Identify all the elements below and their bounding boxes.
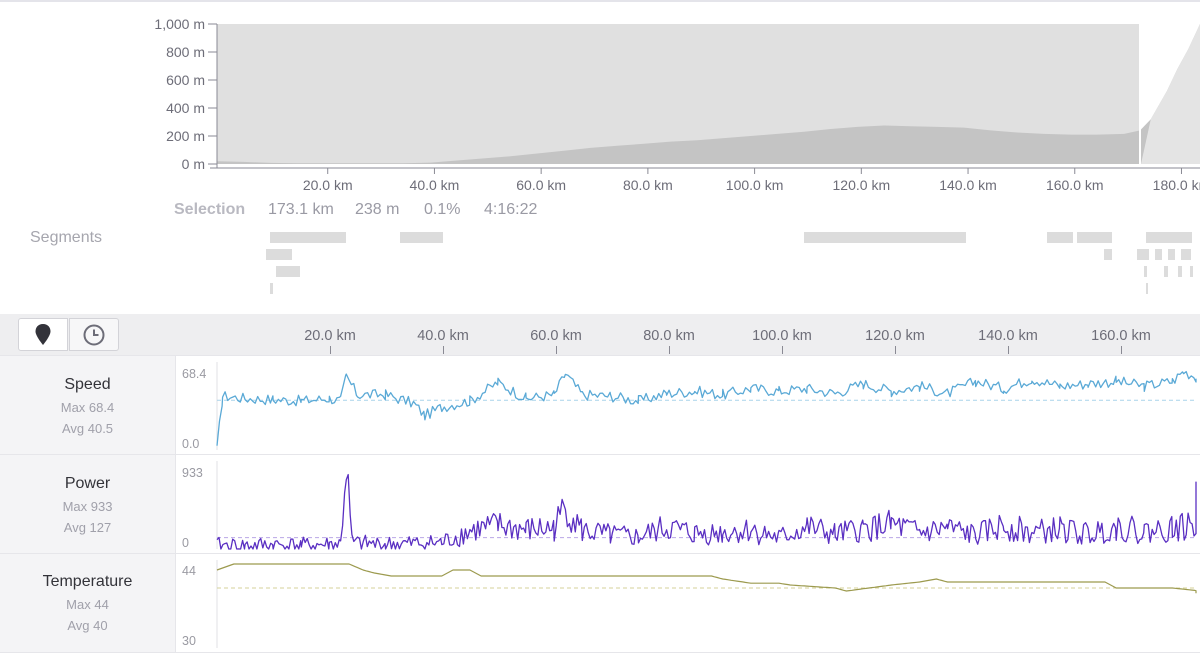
segment-bar[interactable]	[270, 283, 273, 294]
selection-duration: 4:16:22	[484, 201, 538, 218]
streams-x-tick-label: 40.0 km	[417, 328, 469, 344]
elevation-y-tick-label: 800 m	[166, 44, 205, 60]
temperature-max: Max 44	[66, 597, 109, 612]
power-chart[interactable]	[176, 455, 1200, 553]
power-avg: Avg 127	[63, 520, 112, 535]
elevation-y-ticks: 1,000 m 800 m 600 m 400 m 200 m 0 m	[154, 16, 217, 172]
segment-bar[interactable]	[1178, 266, 1182, 277]
segment-bar[interactable]	[1155, 249, 1162, 260]
temperature-chart[interactable]	[176, 554, 1200, 652]
elevation-chart[interactable]: 1,000 m 800 m 600 m 400 m 200 m 0 m 20.0 km 40…	[0, 0, 1200, 200]
speed-max: Max 68.4	[60, 400, 115, 415]
streams-x-tick	[443, 346, 444, 354]
elevation-y-tick-label: 400 m	[166, 100, 205, 116]
elevation-x-ticks: 20.0 km 40.0 km 60.0 km 80.0 km 100.0 km 120.…	[303, 168, 1200, 193]
segment-bar[interactable]	[400, 232, 443, 243]
streams-x-tick-label: 160.0 km	[1091, 328, 1151, 344]
time-mode-button[interactable]	[69, 318, 119, 351]
streams-x-tick-label: 120.0 km	[865, 328, 925, 344]
segment-bar[interactable]	[1168, 249, 1175, 260]
streams-x-tick	[669, 346, 670, 354]
streams-x-tick	[556, 346, 557, 354]
streams-x-tick-label: 20.0 km	[304, 328, 356, 344]
streams-x-tick	[895, 346, 896, 354]
selection-distance: 173.1 km	[268, 201, 334, 218]
selection-title: Selection	[174, 201, 246, 218]
segment-bar[interactable]	[1077, 232, 1112, 243]
speed-line	[216, 370, 1197, 446]
power-max: Max 933	[62, 499, 113, 514]
power-panel[interactable]: Power Max 933 Avg 127	[0, 455, 176, 553]
streams-x-tick	[330, 346, 331, 354]
elevation-y-tick-label: 200 m	[166, 128, 205, 144]
segment-bar[interactable]	[276, 266, 300, 277]
elevation-x-tick-label: 160.0 km	[1046, 177, 1104, 193]
streams-x-tick-label: 80.0 km	[643, 328, 695, 344]
speed-avg: Avg 40.5	[61, 421, 114, 436]
selection-elevation: 238 m	[355, 201, 400, 218]
elevation-y-tick-label: 600 m	[166, 72, 205, 88]
segment-bar[interactable]	[1181, 249, 1191, 260]
elevation-y-tick-label: 1,000 m	[154, 16, 205, 32]
streams-x-tick-label: 140.0 km	[978, 328, 1038, 344]
elevation-x-tick-label: 80.0 km	[623, 177, 673, 193]
power-line	[216, 473, 1197, 550]
segment-bar[interactable]	[1146, 283, 1148, 294]
segment-bar[interactable]	[1190, 266, 1193, 277]
map-pin-icon	[35, 323, 51, 345]
segment-bar[interactable]	[1104, 249, 1112, 260]
speed-panel[interactable]: Speed Max 68.4 Avg 40.5	[0, 356, 176, 454]
segment-bar[interactable]	[1137, 249, 1149, 260]
streams-x-tick	[782, 346, 783, 354]
temperature-line	[216, 563, 1197, 594]
temperature-label: Temperature	[42, 573, 133, 590]
row-separator	[0, 652, 1200, 653]
elevation-x-tick-label: 60.0 km	[516, 177, 566, 193]
speed-label: Speed	[64, 376, 111, 393]
elevation-y-tick-label: 0 m	[182, 156, 205, 172]
speed-chart[interactable]	[176, 356, 1200, 454]
streams-x-tick	[1008, 346, 1009, 354]
streams-x-tick-label: 60.0 km	[530, 328, 582, 344]
segments-label: Segments	[30, 229, 103, 246]
elevation-x-tick-label: 20.0 km	[303, 177, 353, 193]
segment-bar[interactable]	[270, 232, 346, 243]
streams-x-tick-label: 100.0 km	[752, 328, 812, 344]
segment-bar[interactable]	[804, 232, 966, 243]
segment-bar[interactable]	[266, 249, 292, 260]
elevation-area-unselected	[1141, 24, 1200, 164]
segment-bar[interactable]	[1164, 266, 1168, 277]
selection-grade: 0.1%	[424, 201, 461, 218]
clock-icon	[83, 324, 105, 345]
temperature-panel[interactable]: Temperature Max 44 Avg 40	[0, 554, 176, 652]
distance-mode-button[interactable]	[18, 318, 68, 351]
segment-bar[interactable]	[1047, 232, 1073, 243]
segment-bar[interactable]	[1144, 266, 1147, 277]
elevation-x-tick-label: 40.0 km	[410, 177, 460, 193]
elevation-x-tick-label: 180.0 km	[1153, 177, 1200, 193]
power-label: Power	[64, 475, 111, 492]
temperature-avg: Avg 40	[67, 618, 108, 633]
elevation-x-tick-label: 120.0 km	[833, 177, 891, 193]
elevation-x-tick-label: 100.0 km	[726, 177, 784, 193]
elevation-x-tick-label: 140.0 km	[939, 177, 997, 193]
segment-bar[interactable]	[1146, 232, 1192, 243]
streams-x-tick	[1121, 346, 1122, 354]
